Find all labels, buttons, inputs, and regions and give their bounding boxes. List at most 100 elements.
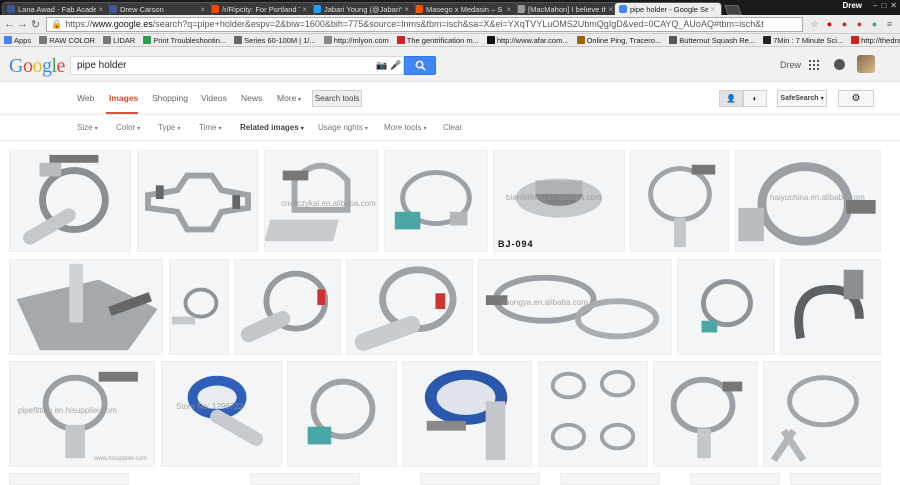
image-result[interactable] [677,259,775,355]
bookmark-item[interactable]: http://thedraftery.co... [851,36,900,45]
search-input[interactable]: pipe holder [77,60,375,71]
tab-close-icon[interactable]: × [710,5,715,14]
filter-type[interactable]: Type ▾ [158,123,180,132]
image-result[interactable] [763,361,881,467]
filter-more-tools[interactable]: More tools ▾ [384,123,426,132]
bookmark-item[interactable]: Print Troubleshootin... [143,36,226,45]
browser-tab[interactable]: Lana Awad - Fab Academ × [2,2,110,15]
close-icon[interactable]: ✕ [890,1,897,10]
browser-tab[interactable]: [MacMahon] I believe tha × [512,2,620,15]
image-result[interactable] [346,259,473,355]
google-user-name[interactable]: Drew [780,60,801,70]
avatar[interactable] [857,55,875,73]
image-result[interactable] [690,473,780,485]
image-result[interactable] [250,473,360,485]
tab-close-icon[interactable]: × [200,5,205,14]
tab-close-icon[interactable]: × [302,5,307,14]
bookmark-item[interactable]: LIDAR [103,36,135,45]
bookmark-item[interactable]: The gentrification m... [396,36,479,45]
notifications-icon[interactable] [834,59,845,70]
image-result[interactable] [402,361,532,467]
image-result[interactable] [9,473,129,485]
bookmark-item[interactable]: Apps [4,36,31,45]
bookmark-item[interactable]: Series 60-100M | 1/... [234,36,316,45]
image-result[interactable] [384,150,488,252]
image-result[interactable]: haiyuchina.en.alibaba.com [735,150,881,252]
tab-close-icon[interactable]: × [98,5,103,14]
bookmark-item[interactable]: Online Ping, Tracero... [576,36,661,45]
image-result[interactable] [780,259,881,355]
personal-results-toggle[interactable]: 👤 [719,90,743,107]
image-result[interactable]: pipefitting.en.hisupplier.com www.hisupp… [9,361,155,467]
image-result[interactable] [234,259,341,355]
image-result[interactable] [287,361,397,467]
bookmark-item[interactable]: 7Min : 7 Minute Sci... [763,36,843,45]
image-result[interactable]: Store No: 1296722 [161,361,282,467]
bookmark-item[interactable]: http://mlyon.com [323,36,389,45]
apps-grid-icon[interactable] [809,60,819,70]
forward-icon[interactable]: → [16,17,29,31]
bookmark-item[interactable]: http://www.afar.com... [486,36,569,45]
image-result[interactable] [137,150,258,252]
image-result[interactable]: cnwiczykai.en.alibaba.com [264,150,378,252]
image-result[interactable] [420,473,540,485]
search-tools-button[interactable]: Search tools [312,90,362,107]
image-result[interactable] [169,259,229,355]
browser-tab[interactable]: Jabari Young (@JabariYo × [308,2,416,15]
image-result[interactable] [9,150,131,252]
filter-time[interactable]: Time ▾ [199,123,222,132]
image-result[interactable] [9,259,163,355]
hide-personal-results-toggle[interactable]: ◐ [743,90,767,107]
tab-images[interactable]: Images [109,93,138,103]
tab-news[interactable]: News [241,93,262,103]
image-result[interactable] [653,361,758,467]
extension-icon-3[interactable]: ● [868,18,881,31]
browser-tab[interactable]: /r/Ripcity: For Portland Tr × [206,2,314,15]
tab-shopping[interactable]: Shopping [152,93,188,103]
tab-videos[interactable]: Videos [201,93,227,103]
address-bar[interactable]: 🔒 https://www.google.es/search?q=pipe+ho… [46,16,803,32]
browser-tab[interactable]: pipe holder - Google Sear × [614,2,722,15]
browser-tab[interactable]: Masego x Medasin – S × [410,2,518,15]
star-icon[interactable]: ☆ [808,18,821,31]
image-result[interactable] [560,473,660,485]
tab-close-icon[interactable]: × [506,5,511,14]
filter-color[interactable]: Color ▾ [116,123,140,132]
tab-favicon-icon [7,5,15,13]
image-result[interactable]: bianfeifeng.en.alibaba.com BJ-094 [493,150,625,252]
search-button[interactable] [404,56,436,75]
search-box[interactable]: pipe holder 📷 🎤 [70,56,404,75]
filter-clear[interactable]: Clear [443,123,462,132]
window-controls: – □ ✕ [873,1,897,10]
filter-related-images[interactable]: Related images ▾ [240,123,304,132]
tab-more[interactable]: More ▾ [277,93,301,103]
tab-close-icon[interactable]: × [608,5,613,14]
tab-web[interactable]: Web [77,93,94,103]
minimize-icon[interactable]: – [873,1,877,10]
pinterest-icon[interactable]: ● [838,18,851,31]
bookmark-favicon-icon [669,36,678,44]
bookmark-item[interactable]: RAW COLOR [39,36,95,45]
new-tab-button[interactable] [724,5,742,15]
extension-icon[interactable]: ● [823,18,836,31]
filter-size[interactable]: Size ▾ [77,123,98,132]
bookmark-item[interactable]: Butternut Squash Re... [669,36,755,45]
image-result[interactable]: chongya.en.alibaba.com [478,259,672,355]
maximize-icon[interactable]: □ [881,1,886,10]
image-result[interactable] [790,473,881,485]
camera-icon[interactable]: 📷 [375,60,389,71]
google-logo[interactable]: Google [9,55,65,78]
image-result[interactable] [538,361,648,467]
browser-tab[interactable]: Drew Carson × [104,2,212,15]
back-icon[interactable]: ← [3,17,16,31]
extension-icon-2[interactable]: ● [853,18,866,31]
menu-icon[interactable]: ≡ [883,18,896,31]
tab-close-icon[interactable]: × [404,5,409,14]
filter-usage-rights[interactable]: Usage rights ▾ [318,123,368,132]
reload-icon[interactable]: ↻ [29,17,42,31]
image-result[interactable] [630,150,729,252]
browser-profile-name[interactable]: Drew [842,1,862,10]
microphone-icon[interactable]: 🎤 [389,60,403,71]
settings-button[interactable]: ⚙ [838,90,874,107]
safesearch-dropdown[interactable]: SafeSearch ▾ [777,90,827,107]
